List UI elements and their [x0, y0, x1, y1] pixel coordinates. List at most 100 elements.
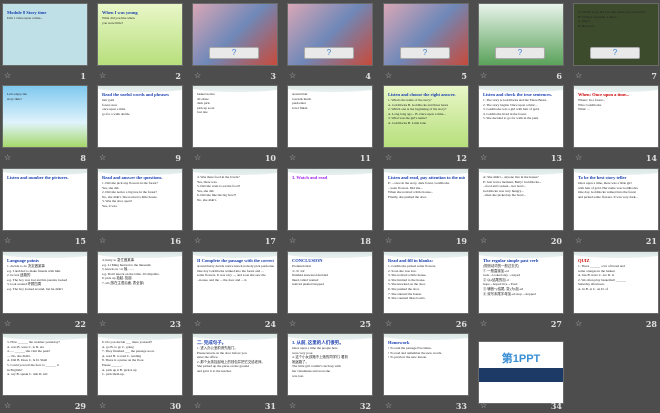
slide-thumbnail-30[interactable]: 6. Do you decide ___ there yourself? A. g… — [97, 333, 183, 413]
slide-thumbnail-15[interactable]: Listen and number the pictures. ☆ 15 — [2, 168, 88, 248]
slide-preview[interactable]: 3. How ______ the weather yesterday? A. w… — [2, 333, 88, 396]
slide-thumbnail-16[interactable]: Read and answer the questions. 1. Did she… — [97, 168, 183, 248]
slide-preview[interactable]: ? — [192, 3, 278, 66]
slide-preview[interactable]: Read and answer the questions. 1. Did she… — [97, 168, 183, 231]
slide-preview[interactable]: Read and fill in blanks: 1. Goldilocks pi… — [383, 251, 469, 314]
slide-preview[interactable]: Language points 1. decide to do 决定做某事 e.g.… — [2, 251, 88, 314]
animation-star-icon[interactable]: ☆ — [575, 153, 582, 162]
animation-star-icon[interactable]: ☆ — [480, 236, 487, 245]
animation-star-icon[interactable]: ☆ — [575, 319, 582, 328]
animation-star-icon[interactable]: ☆ — [99, 319, 106, 328]
slide-thumbnail-11[interactable]: around hair towards lunch push enter bowl f… — [287, 85, 373, 165]
animation-star-icon[interactable]: ☆ — [289, 71, 296, 80]
animation-star-icon[interactable]: ☆ — [480, 401, 487, 410]
slide-preview[interactable]: ? — [478, 3, 564, 66]
animation-star-icon[interactable]: ☆ — [99, 71, 106, 80]
slide-preview[interactable]: 4. hurry to 急忙做某事 e.g. Li Ming hurried to… — [97, 251, 183, 314]
animation-star-icon[interactable]: ☆ — [289, 236, 296, 245]
slide-thumbnail-20[interactable]: A: She didn't... anyone live in the hous… — [478, 168, 564, 248]
slide-preview[interactable]: Listen and check the true sentences. 1. T… — [478, 85, 564, 148]
slide-thumbnail-1[interactable]: Module 8 Story time Unit 1 Once upon a ti… — [2, 3, 88, 83]
slide-preview[interactable]: 3. Watch and read — [287, 168, 373, 231]
slide-thumbnail-31[interactable]: 二. 完成句子。 1. 进入办公室前请先敲门。 Please knock on th… — [192, 333, 278, 413]
slide-preview[interactable]: 4. Was there food in the bowls? Yes, ther… — [192, 168, 278, 231]
animation-star-icon[interactable]: ☆ — [194, 71, 201, 80]
slide-preview[interactable]: Module 8 Story time Unit 1 Once upon a ti… — [2, 3, 88, 66]
slide-thumbnail-17[interactable]: 4. Was there food in the bowls? Yes, ther… — [192, 168, 278, 248]
slide-thumbnail-10[interactable]: basket notice all alone dark pick pick up s… — [192, 85, 278, 165]
slide-thumbnail-24[interactable]: II Complete the passage with the correct… — [192, 251, 278, 331]
slide-thumbnail-34[interactable]: 第1PPT ☆ 34 — [478, 333, 564, 413]
animation-star-icon[interactable]: ☆ — [194, 153, 201, 162]
slide-preview[interactable]: basket notice all alone dark pick pick up s… — [192, 85, 278, 148]
slide-preview[interactable]: ? — [287, 3, 373, 66]
slide-thumbnail-4[interactable]: ? ☆ 4 — [287, 3, 373, 83]
animation-star-icon[interactable]: ☆ — [99, 236, 106, 245]
slide-preview[interactable]: around hair towards lunch push enter bowl f… — [287, 85, 373, 148]
slide-preview[interactable]: 第1PPT — [478, 341, 564, 404]
slide-thumbnail-27[interactable]: The regular simple past verb (规则动词的一般过去式)… — [478, 251, 564, 331]
slide-preview[interactable]: QUIZ 1. There ______ a lot of bread and so… — [573, 251, 659, 314]
animation-star-icon[interactable]: ☆ — [385, 401, 392, 410]
animation-star-icon[interactable]: ☆ — [99, 401, 106, 410]
slide-thumbnail-28[interactable]: QUIZ 1. There ______ a lot of bread and so… — [573, 251, 659, 331]
slide-thumbnail-14[interactable]: When: Once upon a time... Where: In a for… — [573, 85, 659, 165]
animation-star-icon[interactable]: ☆ — [194, 401, 201, 410]
animation-star-icon[interactable]: ☆ — [4, 71, 11, 80]
slide-preview[interactable]: Homework • To read the passage five times… — [383, 333, 469, 396]
slide-preview[interactable]: A: Which story did you like when you wer… — [573, 3, 659, 66]
slide-thumbnail-21[interactable]: To be the best story teller Once upon a t… — [573, 168, 659, 248]
animation-star-icon[interactable]: ☆ — [480, 153, 487, 162]
animation-star-icon[interactable]: ☆ — [575, 71, 582, 80]
slide-thumbnail-25[interactable]: CONCLUSION Pronunciation/t/ /d/ /id/finis… — [287, 251, 373, 331]
animation-star-icon[interactable]: ☆ — [385, 319, 392, 328]
slide-preview[interactable]: When I was young What did you like when yo… — [97, 3, 183, 66]
slide-thumbnail-32[interactable]: 3. 从前, 这里的人们很穷。 Once upon a time the peop… — [287, 333, 373, 413]
animation-star-icon[interactable]: ☆ — [194, 319, 201, 328]
animation-star-icon[interactable]: ☆ — [480, 71, 487, 80]
animation-star-icon[interactable]: ☆ — [194, 236, 201, 245]
slide-thumbnail-3[interactable]: ? ☆ 3 — [192, 3, 278, 83]
slide-preview[interactable]: When: Once upon a time... Where: In a for… — [573, 85, 659, 148]
slide-preview[interactable]: Listen and choose the right answer. 1. Wh… — [383, 85, 469, 148]
slide-thumbnail-7[interactable]: A: Which story did you like when you wer… — [573, 3, 659, 83]
animation-star-icon[interactable]: ☆ — [385, 236, 392, 245]
animation-star-icon[interactable]: ☆ — [99, 153, 106, 162]
slide-thumbnail-6[interactable]: ? ☆ 6 — [478, 3, 564, 83]
slide-thumbnail-33[interactable]: Homework • To read the passage five times… — [383, 333, 469, 413]
slide-thumbnail-8[interactable]: Let's enjoy the story time! ☆ 8 — [2, 85, 88, 165]
slide-preview[interactable]: II Complete the passage with the correct… — [192, 251, 278, 314]
slide-thumbnail-22[interactable]: Language points 1. decide to do 决定做某事 e.g.… — [2, 251, 88, 331]
slide-preview[interactable]: 6. Do you decide ___ there yourself? A. g… — [97, 333, 183, 396]
slide-preview[interactable]: Listen and number the pictures. — [2, 168, 88, 231]
slide-preview[interactable]: Read the useful words and phrases hair go… — [97, 85, 183, 148]
slide-preview[interactable]: Listen and read, pay attention to the mi… — [383, 168, 469, 231]
animation-star-icon[interactable]: ☆ — [480, 319, 487, 328]
animation-star-icon[interactable]: ☆ — [4, 319, 11, 328]
slide-preview[interactable]: To be the best story teller Once upon a t… — [573, 168, 659, 231]
slide-thumbnail-13[interactable]: Listen and check the true sentences. 1. T… — [478, 85, 564, 165]
animation-star-icon[interactable]: ☆ — [4, 153, 11, 162]
slide-preview[interactable]: Let's enjoy the story time! — [2, 85, 88, 148]
slide-thumbnail-5[interactable]: ? ☆ 5 — [383, 3, 469, 83]
animation-star-icon[interactable]: ☆ — [289, 153, 296, 162]
slide-preview[interactable]: A: She didn't... anyone live in the hous… — [478, 168, 564, 231]
slide-preview[interactable]: 二. 完成句子。 1. 进入办公室前请先敲门。 Please knock on th… — [192, 333, 278, 396]
slide-thumbnail-12[interactable]: Listen and choose the right answer. 1. Wh… — [383, 85, 469, 165]
slide-thumbnail-26[interactable]: Read and fill in blanks: 1. Goldilocks pi… — [383, 251, 469, 331]
animation-star-icon[interactable]: ☆ — [4, 236, 11, 245]
slide-thumbnail-9[interactable]: Read the useful words and phrases hair go… — [97, 85, 183, 165]
animation-star-icon[interactable]: ☆ — [575, 236, 582, 245]
slide-thumbnail-29[interactable]: 3. How ______ the weather yesterday? A. w… — [2, 333, 88, 413]
animation-star-icon[interactable]: ☆ — [289, 319, 296, 328]
animation-star-icon[interactable]: ☆ — [4, 401, 11, 410]
animation-star-icon[interactable]: ☆ — [289, 401, 296, 410]
slide-preview[interactable]: CONCLUSION Pronunciation/t/ /d/ /id/finis… — [287, 251, 373, 314]
animation-star-icon[interactable]: ☆ — [385, 153, 392, 162]
animation-star-icon[interactable]: ☆ — [385, 71, 392, 80]
slide-preview[interactable]: The regular simple past verb (规则动词的一般过去式)… — [478, 251, 564, 314]
slide-thumbnail-2[interactable]: When I was young What did you like when yo… — [97, 3, 183, 83]
slide-thumbnail-23[interactable]: 4. hurry to 急忙做某事 e.g. Li Ming hurried to… — [97, 251, 183, 331]
slide-thumbnail-18[interactable]: 3. Watch and read ☆ 18 — [287, 168, 373, 248]
slide-preview[interactable]: 3. 从前, 这里的人们很穷。 Once upon a time the peop… — [287, 333, 373, 396]
